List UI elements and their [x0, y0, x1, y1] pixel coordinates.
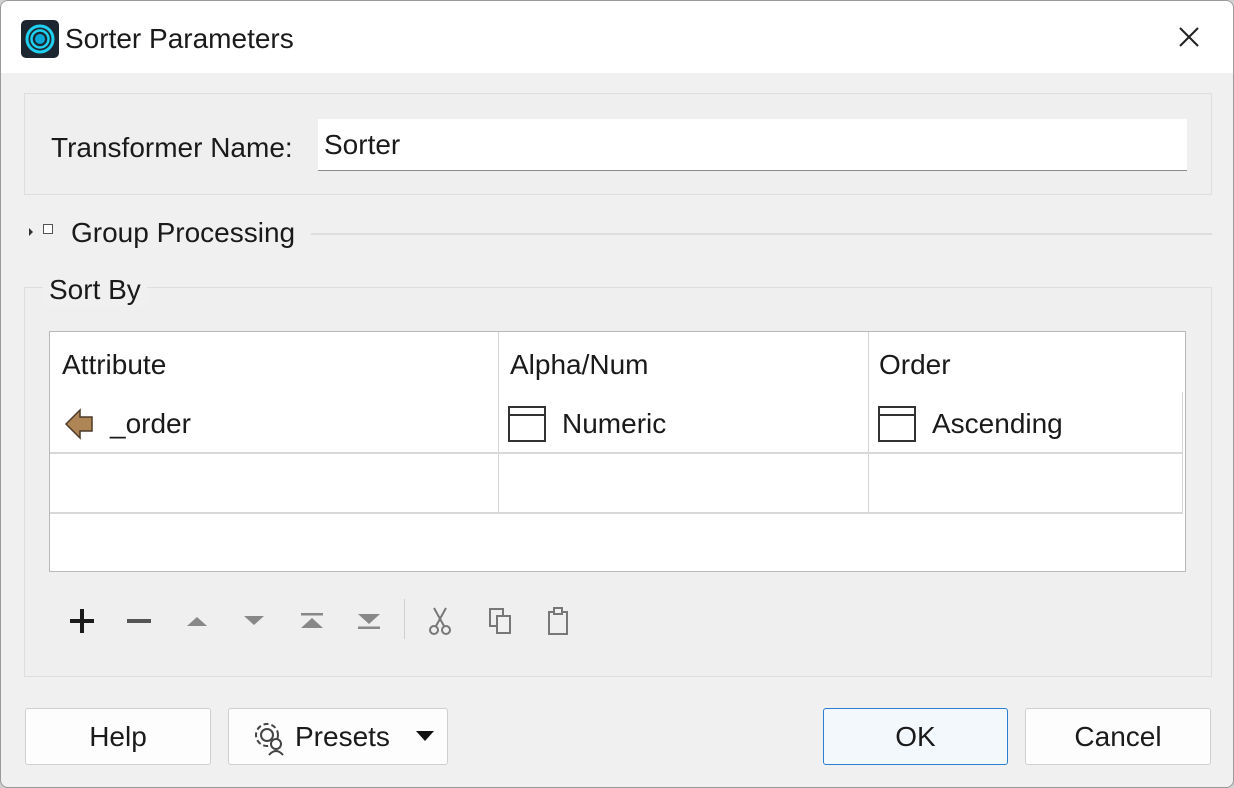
- presets-button[interactable]: Presets: [228, 708, 448, 765]
- move-up-button[interactable]: [177, 601, 217, 641]
- add-row-button[interactable]: [62, 601, 102, 641]
- triangle-right-icon: [29, 228, 33, 236]
- move-top-icon: [301, 613, 323, 628]
- transformer-name-panel: Transformer Name:: [24, 93, 1212, 195]
- toolbar-separator: [404, 599, 405, 639]
- copy-icon: [489, 608, 511, 634]
- column-divider: [868, 332, 869, 512]
- move-down-icon: [244, 616, 264, 625]
- column-header-attribute[interactable]: Attribute: [62, 348, 492, 382]
- move-top-button[interactable]: [292, 601, 332, 641]
- help-button[interactable]: Help: [25, 708, 211, 765]
- choice-box-icon: [508, 406, 546, 442]
- choice-box-icon: [878, 406, 916, 442]
- group-expand-toggle[interactable]: [29, 223, 35, 236]
- cut-button[interactable]: [420, 601, 460, 641]
- sort-by-legend: Sort By: [43, 274, 147, 306]
- remove-icon: [127, 619, 151, 623]
- paste-icon: [548, 607, 568, 635]
- remove-row-button[interactable]: [119, 601, 159, 641]
- add-icon: [70, 609, 94, 633]
- move-bottom-icon: [358, 614, 380, 629]
- cut-icon: [429, 607, 451, 635]
- paste-button[interactable]: [538, 601, 578, 641]
- attribute-arrow-icon: [64, 408, 93, 440]
- row-separator: [50, 512, 1183, 514]
- title-bar: Sorter Parameters: [1, 1, 1233, 73]
- presets-gear-icon: [255, 722, 284, 756]
- group-processing-label: Group Processing: [71, 217, 296, 248]
- table-cell-order[interactable]: Ascending: [878, 404, 1178, 444]
- ok-button[interactable]: OK: [823, 708, 1008, 765]
- attribute-value: _order: [110, 408, 191, 439]
- cancel-button[interactable]: Cancel: [1025, 708, 1211, 765]
- presets-label: Presets: [295, 720, 390, 752]
- close-icon: [1179, 27, 1199, 47]
- dialog-window: Sorter Parameters Transformer Name: Grou…: [0, 0, 1234, 788]
- order-value: Ascending: [932, 408, 1063, 439]
- alpha-num-value: Numeric: [562, 408, 667, 439]
- column-header-alpha-num[interactable]: Alpha/Num: [510, 348, 870, 382]
- table-cell-alpha-num[interactable]: Numeric: [508, 404, 863, 444]
- move-down-button[interactable]: [234, 601, 274, 641]
- group-divider: [311, 233, 1212, 235]
- move-bottom-button[interactable]: [349, 601, 389, 641]
- table-cell-attribute[interactable]: _order: [64, 404, 494, 444]
- column-divider: [498, 332, 499, 512]
- column-header-order[interactable]: Order: [879, 348, 1179, 382]
- copy-button[interactable]: [480, 601, 520, 641]
- fme-app-icon: [21, 20, 59, 58]
- transformer-name-input[interactable]: [318, 119, 1187, 171]
- dropdown-arrow-icon: [415, 730, 434, 741]
- window-title: Sorter Parameters: [65, 23, 294, 54]
- move-up-icon: [187, 617, 207, 626]
- transformer-name-label: Transformer Name:: [51, 132, 293, 163]
- close-button[interactable]: [1165, 15, 1213, 59]
- group-processing-checkbox[interactable]: [43, 224, 53, 234]
- row-separator: [50, 452, 1183, 454]
- sort-table: Attribute Alpha/Num Order _order Numeric: [49, 331, 1186, 572]
